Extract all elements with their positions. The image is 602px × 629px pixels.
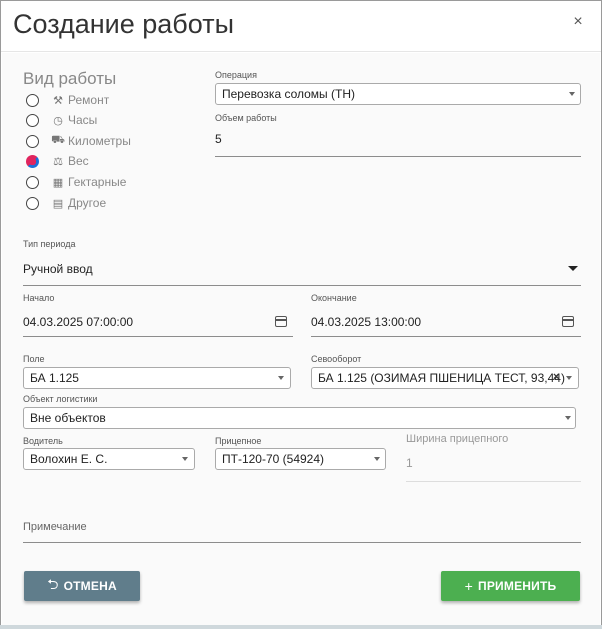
work-type-option-weight[interactable]: ⚖ Вес — [26, 151, 89, 171]
cancel-button-label: ОТМЕНА — [63, 579, 117, 593]
logistics-select[interactable]: Вне объектов — [23, 407, 576, 429]
trailer-width-underline — [406, 481, 581, 482]
work-type-label: Ремонт — [68, 93, 110, 107]
wrench-icon: ⚒ — [53, 94, 63, 107]
crop-rotation-value: БА 1.125 (ОЗИМАЯ ПШЕНИЦА ТЕСТ, 93,44) — [318, 371, 565, 385]
operation-dropdown-icon[interactable] — [569, 92, 575, 96]
trailer-value: ПТ-120-70 (54924) — [222, 452, 325, 466]
volume-input[interactable]: 5 — [215, 132, 222, 146]
driver-value: Волохин Е. С. — [30, 452, 108, 466]
radio-repair[interactable] — [26, 93, 39, 107]
end-input[interactable]: 04.03.2025 13:00:00 — [311, 315, 421, 329]
logistics-label: Объект логистики — [23, 394, 98, 404]
volume-label: Объем работы — [215, 113, 277, 123]
background-strip — [0, 625, 602, 629]
period-type-dropdown-icon[interactable] — [568, 266, 578, 271]
driver-dropdown-icon[interactable] — [182, 457, 188, 461]
scales-icon: ⚖ — [53, 155, 63, 168]
radio-kilometers[interactable] — [26, 134, 39, 148]
radio-hours[interactable] — [26, 113, 39, 127]
close-icon[interactable]: × — [570, 14, 586, 30]
crop-rotation-select[interactable]: БА 1.125 (ОЗИМАЯ ПШЕНИЦА ТЕСТ, 93,44) — [311, 367, 579, 389]
truck-icon: ⛟ — [51, 134, 65, 146]
apply-button[interactable]: + ПРИМЕНИТЬ — [441, 571, 580, 601]
work-type-option-hours[interactable]: ◷ Часы — [26, 110, 97, 130]
work-type-label: Гектарные — [68, 175, 127, 189]
work-type-label: Другое — [68, 196, 107, 210]
work-type-label: Часы — [68, 113, 98, 127]
dialog-header: Создание работы × — [1, 1, 601, 52]
operation-select[interactable]: Перевозка соломы (ТН) — [215, 83, 581, 105]
period-type-underline — [23, 285, 581, 286]
crop-rotation-dropdown-icon[interactable] — [566, 376, 572, 380]
note-label: Примечание — [23, 521, 87, 533]
start-label: Начало — [23, 293, 55, 303]
logistics-dropdown-icon[interactable] — [565, 416, 571, 420]
end-underline — [311, 336, 581, 337]
trailer-select[interactable]: ПТ-120-70 (54924) — [215, 448, 386, 470]
apply-button-label: ПРИМЕНИТЬ — [478, 579, 557, 593]
undo-icon: ⮌ — [47, 576, 59, 592]
work-type-option-other[interactable]: ▤ Другое — [26, 193, 106, 213]
trailer-label: Прицепное — [215, 436, 262, 446]
period-type-label: Тип периода — [23, 239, 76, 249]
field-label: Поле — [23, 354, 45, 364]
end-label: Окончание — [311, 293, 357, 303]
radio-weight[interactable] — [26, 154, 39, 168]
dialog-title: Создание работы — [13, 9, 234, 39]
driver-select[interactable]: Волохин Е. С. — [23, 448, 195, 470]
field-select[interactable]: БА 1.125 — [23, 367, 291, 389]
plus-icon: + — [464, 578, 474, 594]
work-type-label: Вес — [68, 154, 89, 168]
dialog-body: Вид работы ⚒ Ремонт ◷ Часы ⛟ Километры ⚖… — [2, 53, 600, 628]
map-icon: ▦ — [52, 176, 64, 189]
period-type-select[interactable]: Ручной ввод — [23, 262, 93, 276]
clock-icon: ◷ — [53, 114, 63, 127]
field-dropdown-icon[interactable] — [278, 376, 284, 380]
document-icon: ▤ — [52, 197, 64, 210]
trailer-width-input: 1 — [406, 456, 413, 470]
trailer-dropdown-icon[interactable] — [374, 457, 380, 461]
volume-underline — [215, 156, 581, 157]
work-type-label: Километры — [68, 134, 131, 148]
work-type-title: Вид работы — [23, 69, 117, 88]
logistics-value: Вне объектов — [30, 411, 106, 425]
work-type-option-repair[interactable]: ⚒ Ремонт — [26, 90, 109, 110]
crop-rotation-label: Севооборот — [311, 354, 362, 364]
radio-other[interactable] — [26, 196, 39, 210]
clear-icon[interactable]: × — [553, 371, 559, 383]
operation-value: Перевозка соломы (ТН) — [222, 87, 356, 101]
calendar-icon[interactable] — [275, 316, 287, 327]
work-type-option-hectares[interactable]: ▦ Гектарные — [26, 172, 126, 192]
create-work-dialog: Создание работы × Вид работы ⚒ Ремонт ◷ … — [0, 0, 602, 629]
note-input[interactable] — [23, 542, 581, 543]
start-underline — [23, 336, 293, 337]
operation-label: Операция — [215, 70, 257, 80]
start-input[interactable]: 04.03.2025 07:00:00 — [23, 315, 133, 329]
field-value: БА 1.125 — [30, 371, 79, 385]
cancel-button[interactable]: ⮌ ОТМЕНА — [24, 571, 140, 601]
radio-hectares[interactable] — [26, 175, 39, 189]
trailer-width-label: Ширина прицепного — [406, 433, 509, 445]
driver-label: Водитель — [23, 436, 63, 446]
work-type-option-kilometers[interactable]: ⛟ Километры — [26, 131, 131, 151]
calendar-icon[interactable] — [562, 316, 574, 327]
